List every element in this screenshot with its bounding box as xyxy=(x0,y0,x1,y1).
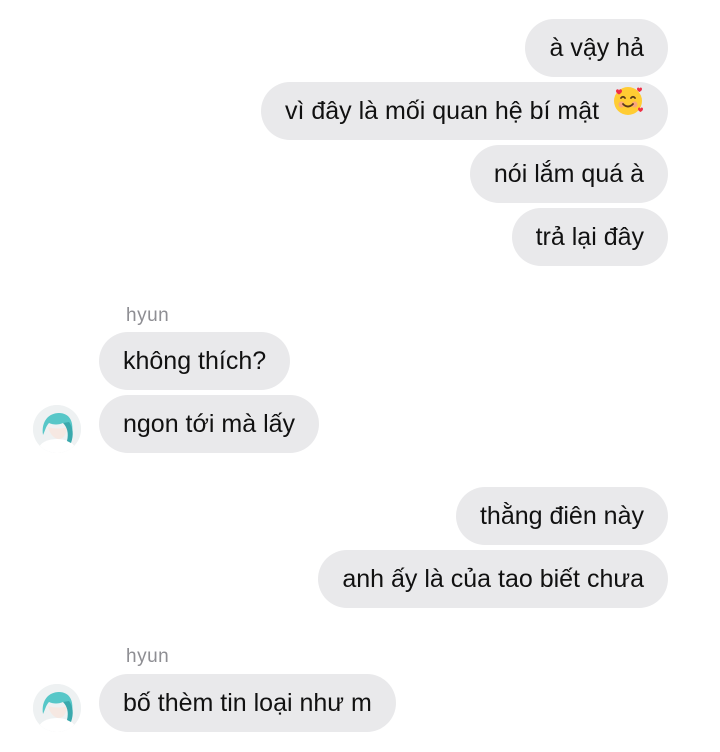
outgoing-message[interactable]: nói lắm quá à xyxy=(469,145,668,203)
message-text: vì đây là mối quan hệ bí mật xyxy=(284,97,600,125)
outgoing-message[interactable]: vì đây là mối quan hệ bí mật xyxy=(260,80,668,140)
incoming-message[interactable]: ngon tới mà lấy xyxy=(99,395,320,453)
message-text: thằng điên này xyxy=(479,502,644,530)
chat-thread: à vậy hả vì đây là mối quan hệ bí mật nó… xyxy=(0,0,720,752)
outgoing-message[interactable]: trả lại đây xyxy=(511,208,668,266)
message-text: trả lại đây xyxy=(535,223,644,251)
message-text: ngon tới mà lấy xyxy=(123,410,296,438)
smiling-face-with-hearts-icon xyxy=(612,80,644,138)
sender-name: hyun xyxy=(126,305,170,326)
outgoing-message[interactable]: anh ấy là của tao biết chưa xyxy=(318,550,668,608)
message-text: nói lắm quá à xyxy=(493,160,644,188)
message-text: à vậy hả xyxy=(549,34,644,62)
avatar[interactable] xyxy=(33,684,81,732)
outgoing-message[interactable]: thằng điên này xyxy=(455,487,668,545)
sender-name: hyun xyxy=(126,646,170,667)
message-text: bố thèm tin loại như m xyxy=(123,689,372,717)
outgoing-message[interactable]: à vậy hả xyxy=(525,19,668,77)
message-text: anh ấy là của tao biết chưa xyxy=(342,565,644,593)
avatar[interactable] xyxy=(33,405,81,453)
message-text: không thích? xyxy=(123,347,267,375)
incoming-message[interactable]: bố thèm tin loại như m xyxy=(99,674,396,732)
incoming-message[interactable]: không thích? xyxy=(99,332,291,390)
